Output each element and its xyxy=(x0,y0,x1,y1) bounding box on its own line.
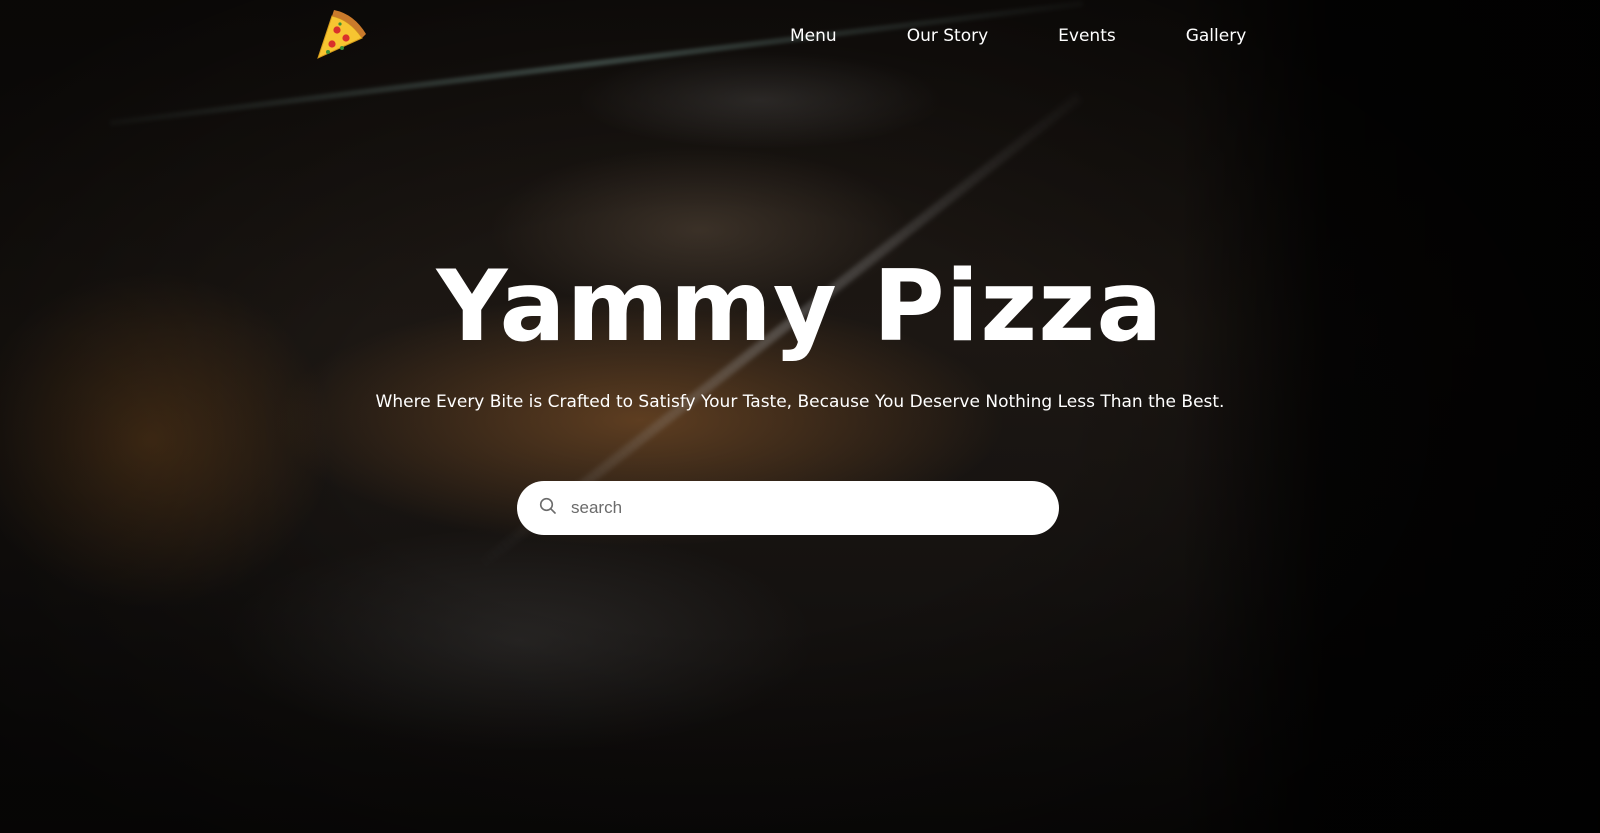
search-bar[interactable] xyxy=(517,481,1059,535)
nav-link-gallery[interactable]: Gallery xyxy=(1186,24,1247,48)
background-shadow xyxy=(1180,0,1600,833)
hero-section: Menu Our Story Events Gallery Yammy Pizz… xyxy=(0,0,1600,833)
nav-link-our-story[interactable]: Our Story xyxy=(907,24,988,48)
pizza-logo-icon[interactable] xyxy=(312,6,370,64)
search-icon xyxy=(539,497,557,519)
background-glass-edge xyxy=(109,0,1084,126)
search-input[interactable] xyxy=(569,487,1033,529)
main-nav: Menu Our Story Events Gallery xyxy=(790,24,1246,48)
hero-subtitle: Where Every Bite is Crafted to Satisfy Y… xyxy=(375,392,1225,412)
nav-link-menu[interactable]: Menu xyxy=(790,24,837,48)
nav-link-events[interactable]: Events xyxy=(1058,24,1116,48)
hero-title: Yammy Pizza xyxy=(436,250,1164,364)
